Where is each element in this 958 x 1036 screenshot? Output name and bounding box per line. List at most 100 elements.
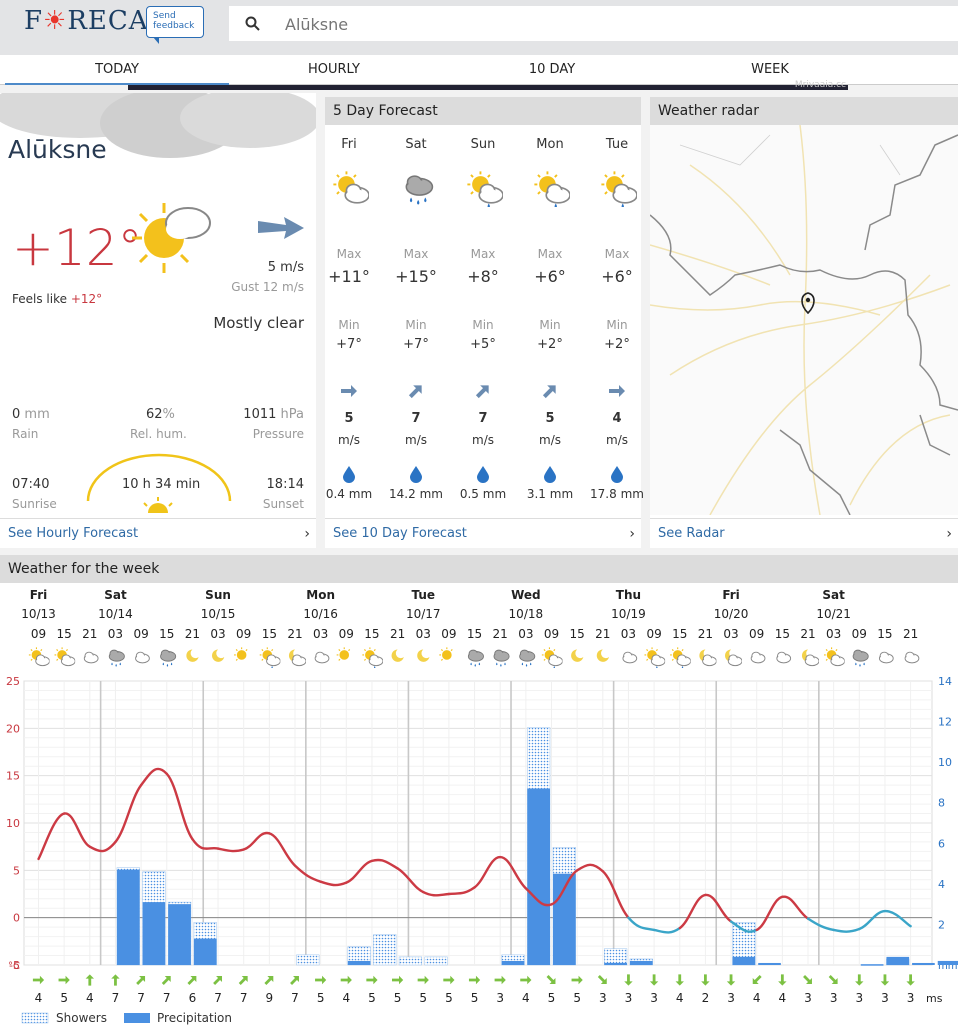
- hour-weather-icon: [28, 647, 50, 667]
- hour-label: 21: [82, 627, 97, 641]
- humidity: 62%: [146, 407, 175, 422]
- hourly-link-text: See Hourly Forecast: [8, 526, 139, 541]
- wind-arrow-icon: [571, 975, 583, 985]
- wind-speed-label: 7: [240, 991, 248, 1005]
- wind-speed-label: 3: [727, 991, 735, 1005]
- precipitation-bar: [501, 960, 525, 965]
- weather-icon: [465, 169, 504, 211]
- hour-weather-icon: [362, 647, 383, 668]
- wind-arrow-icon: [468, 975, 481, 985]
- wind-arrow-icon: [417, 975, 429, 985]
- precipitation-bar: [168, 904, 191, 965]
- wind-speed-label: 7: [137, 991, 145, 1005]
- weather-icon: [331, 169, 370, 211]
- wind-arrow-icon: [290, 976, 299, 985]
- hour-label: 21: [595, 627, 610, 641]
- week-day-date: 10/17: [406, 607, 441, 621]
- search-bar[interactable]: [229, 6, 958, 41]
- showers-bar: [296, 954, 320, 966]
- pressure-unit: hPa: [280, 407, 304, 422]
- tab-today[interactable]: TODAY: [5, 55, 229, 85]
- hour-label: 03: [416, 627, 431, 641]
- foreca-logo[interactable]: F☀RECA: [24, 6, 149, 36]
- max-label: Max: [537, 247, 563, 261]
- precipitation-bar: [347, 960, 371, 965]
- hour-weather-icon: [160, 649, 177, 667]
- wind-arrow-icon: [726, 974, 736, 986]
- legend-showers-swatch: [21, 1012, 49, 1024]
- min-label: Min: [606, 318, 628, 332]
- min-temp: +2°: [604, 337, 630, 352]
- wind-gust: Gust 12 m/s: [231, 280, 304, 294]
- wind-speed: 5: [545, 411, 555, 426]
- wind-speed-label: 4: [342, 991, 350, 1005]
- week-day-date: 10/20: [714, 607, 749, 621]
- see-radar-link[interactable]: See Radar ›: [650, 518, 958, 548]
- week-day-date: 10/13: [21, 607, 56, 621]
- wind-arrow-icon: [238, 976, 248, 985]
- ad-banner[interactable]: Mrivaaia.cc: [128, 80, 848, 90]
- see-10-day-forecast-link[interactable]: See 10 Day Forecast ›: [325, 518, 641, 548]
- min-label: Min: [405, 318, 427, 332]
- right-axis-tick: 2: [938, 918, 945, 931]
- rain-amount: 0 mm: [12, 407, 50, 422]
- forecast-day-0: Fri Max +11° Min +7° 5 m/s 0.4 mm: [316, 125, 382, 505]
- tab-hourly[interactable]: HOURLY: [222, 55, 446, 85]
- ad-text: Mrivaaia.cc: [794, 80, 846, 90]
- wind-arrow-icon: [880, 974, 890, 986]
- hour-label: 03: [621, 627, 636, 641]
- wind-speed-label: 6: [189, 991, 197, 1005]
- wind-arrow-icon: [366, 975, 378, 985]
- wind-speed-label: 3: [907, 991, 915, 1005]
- day-name: Tue: [605, 137, 629, 152]
- hour-weather-icon: [439, 647, 453, 661]
- hour-label: 03: [313, 627, 328, 641]
- hour-label: 09: [646, 627, 661, 641]
- right-axis-tick: 4: [938, 878, 945, 891]
- max-label: Max: [470, 247, 496, 261]
- hour-label: 09: [852, 627, 867, 641]
- wind-speed-label: 5: [317, 991, 325, 1005]
- chevron-right-icon: ›: [304, 526, 310, 542]
- search-input[interactable]: [285, 12, 885, 36]
- week-forecast-section: Weather for the week Fri 10/13 Sat 10/14 Sun…: [0, 555, 958, 1036]
- showers-bar: [398, 956, 423, 966]
- wind-arrow-icon: [315, 975, 327, 985]
- precipitation-bar: [527, 788, 550, 965]
- send-feedback-button[interactable]: Send feedback: [146, 6, 204, 44]
- week-day-name: Sat: [822, 588, 845, 602]
- hour-weather-icon: [519, 649, 536, 667]
- drop-icon: [610, 465, 624, 487]
- tab-week[interactable]: WEEK: [658, 55, 882, 85]
- min-label: Min: [472, 318, 494, 332]
- hour-weather-icon: [259, 647, 281, 668]
- sunset-time: 18:14: [266, 477, 304, 492]
- legend-showers-label: Showers: [56, 1011, 107, 1025]
- precipitation-bar: [937, 960, 958, 965]
- precipitation-bar: [629, 960, 653, 965]
- see-hourly-forecast-link[interactable]: See Hourly Forecast ›: [0, 518, 316, 548]
- week-title: Weather for the week: [0, 555, 958, 583]
- radar-map[interactable]: [650, 125, 958, 515]
- hour-weather-icon: [467, 649, 484, 667]
- weather-icon: [532, 169, 571, 211]
- hour-weather-icon: [644, 647, 666, 668]
- wind-arrow-icon: [340, 975, 352, 985]
- precipitation-bar: [142, 902, 166, 965]
- hour-label: 21: [698, 627, 713, 641]
- week-day-name: Sun: [205, 588, 231, 602]
- sunrise-label: Sunrise: [12, 497, 57, 511]
- hour-label: 21: [390, 627, 405, 641]
- wind-arrow-icon: [855, 974, 864, 986]
- hour-weather-icon: [878, 651, 894, 664]
- current-temperature: +12°: [12, 219, 143, 277]
- wind-speed: 5: [344, 411, 354, 426]
- chevron-right-icon: ›: [629, 526, 635, 542]
- wind-arrow-icon: [597, 975, 607, 984]
- tab-10-day[interactable]: 10 DAY: [440, 55, 664, 85]
- hour-label: 03: [723, 627, 738, 641]
- feels-like: Feels like +12°: [12, 292, 102, 306]
- max-label: Max: [403, 247, 429, 261]
- wind-speed: 7: [411, 411, 421, 426]
- sunset-label: Sunset: [262, 497, 304, 511]
